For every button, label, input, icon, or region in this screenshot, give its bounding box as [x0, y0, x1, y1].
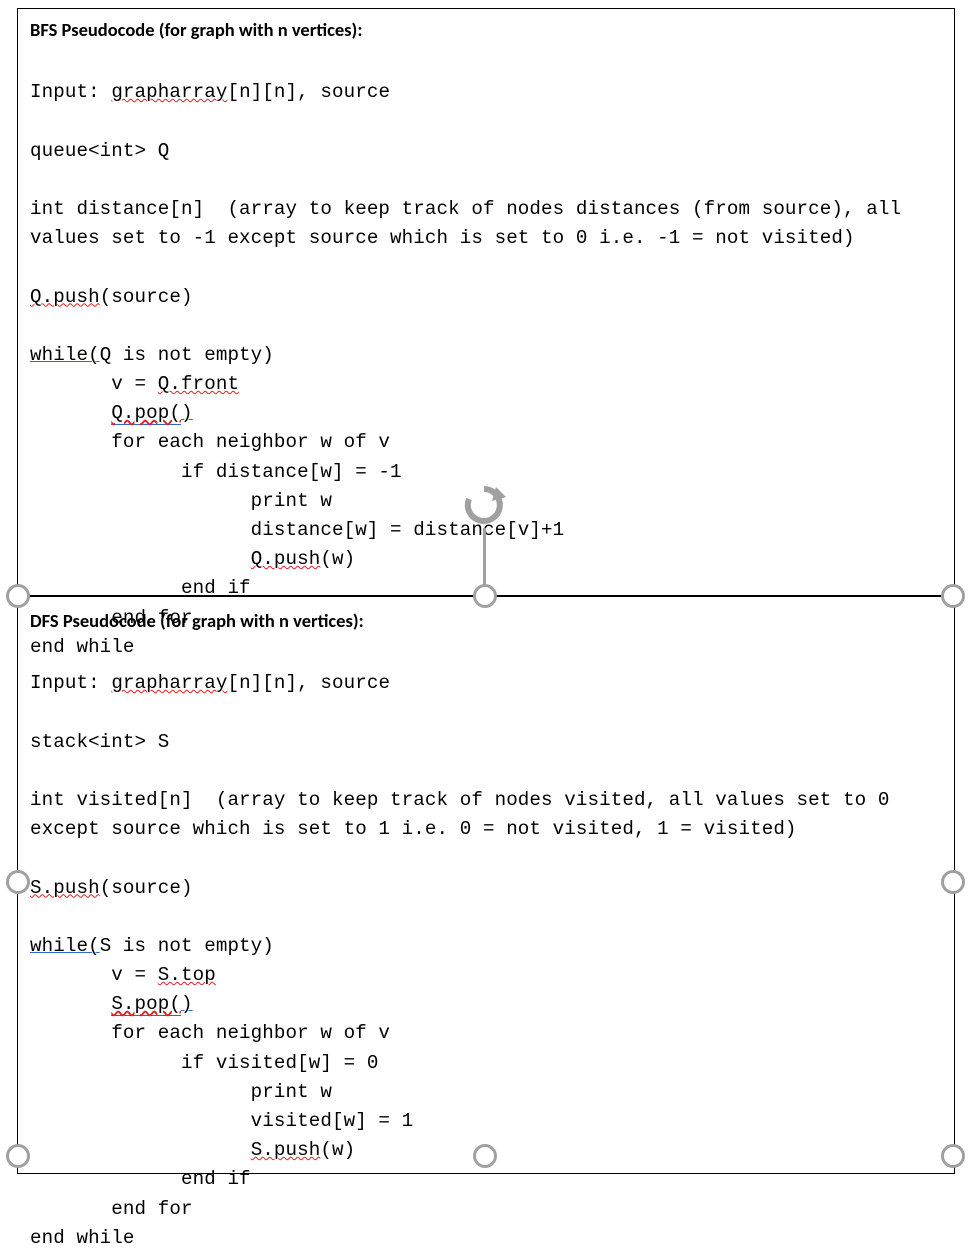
dfs-pop-indent: [30, 993, 111, 1015]
bfs-pop-indent: [30, 402, 111, 424]
dfs-push-prefix: S.push: [30, 877, 100, 899]
bfs-distance-decl: int distance[n] (array to keep track of …: [30, 198, 901, 249]
bfs-qpush-call: Q.push: [251, 548, 321, 570]
selection-handle-bottom-left[interactable]: [6, 1144, 30, 1168]
dfs-pop-close: ): [181, 993, 193, 1015]
selection-handle-mid-right[interactable]: [941, 870, 965, 894]
dfs-endif: end if: [30, 1168, 251, 1190]
dfs-cell[interactable]: DFS Pseudocode (for graph with n vertice…: [17, 600, 955, 1174]
rotate-handle-stem: [483, 528, 486, 585]
dfs-spush-call: S.push: [251, 1139, 321, 1161]
rotate-handle-icon[interactable]: [462, 483, 506, 527]
bfs-v-val: Q.front: [158, 373, 239, 395]
dfs-input-prefix: Input:: [30, 672, 111, 694]
bfs-qpush-arg: (w): [320, 548, 355, 570]
dfs-visited-decl: int visited[n] (array to keep track of n…: [30, 789, 889, 840]
dfs-input-suffix: [n][n], source: [227, 672, 390, 694]
bfs-input-prefix: Input:: [30, 81, 111, 103]
dfs-while-kw: while(: [30, 935, 100, 957]
selection-handle-bottom-mid[interactable]: [473, 1144, 497, 1168]
dfs-while-cond: S is not empty): [100, 935, 274, 957]
table-container: BFS Pseudocode (for graph with n vertice…: [17, 8, 955, 1158]
dfs-heading: DFS Pseudocode (for graph with n vertice…: [30, 609, 942, 632]
bfs-input-arr: grapharray: [111, 81, 227, 103]
dfs-endfor: end for: [30, 1198, 193, 1220]
dfs-input-arr: grapharray: [111, 672, 227, 694]
selection-handle-mid-left[interactable]: [6, 870, 30, 894]
dfs-if-line: if visited[w] = 0: [30, 1052, 378, 1074]
selection-handle-top-mid[interactable]: [473, 584, 497, 608]
bfs-if-line: if distance[w] = -1: [30, 461, 402, 483]
dfs-endwhile: end while: [30, 1227, 135, 1249]
dfs-spush-indent: [30, 1139, 251, 1161]
bfs-while-cond: Q is not empty): [100, 344, 274, 366]
bfs-pop-close: ): [181, 402, 193, 424]
dfs-pop-call: S.pop(: [111, 993, 181, 1016]
bfs-qpush-indent: [30, 548, 251, 570]
selection-handle-bottom-right[interactable]: [941, 1144, 965, 1168]
bfs-code: Input: grapharray[n][n], source queue<in…: [30, 49, 942, 662]
bfs-pop-call: Q.pop(: [111, 402, 181, 425]
dfs-for-line: for each neighbor w of v: [30, 1022, 390, 1044]
bfs-input-suffix: [n][n], source: [227, 81, 390, 103]
dfs-print-line: print w: [30, 1081, 332, 1103]
bfs-queue-decl: queue<int> Q: [30, 140, 169, 162]
bfs-push-suffix: (source): [100, 286, 193, 308]
selection-handle-top-left[interactable]: [6, 584, 30, 608]
bfs-heading: BFS Pseudocode (for graph with n vertice…: [30, 18, 942, 41]
bfs-print-line: print w: [30, 490, 332, 512]
dfs-vis-update: visited[w] = 1: [30, 1110, 413, 1132]
dfs-push-suffix: (source): [100, 877, 193, 899]
dfs-spush-arg: (w): [320, 1139, 355, 1161]
dfs-v-prefix: v =: [30, 964, 158, 986]
selection-handle-top-right[interactable]: [941, 584, 965, 608]
dfs-v-val: S.top: [158, 964, 216, 986]
bfs-v-prefix: v =: [30, 373, 158, 395]
bfs-push-prefix: Q.push: [30, 286, 100, 308]
bfs-for-line: for each neighbor w of v: [30, 431, 390, 453]
bfs-while-kw: while(: [30, 344, 100, 366]
dfs-stack-decl: stack<int> S: [30, 731, 169, 753]
